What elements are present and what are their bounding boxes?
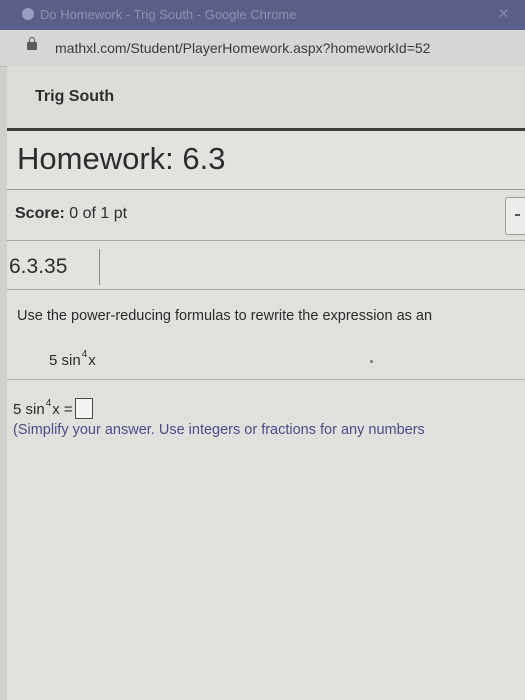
expression-coef: 5 sin bbox=[49, 352, 81, 369]
score-text: Score: 0 of 1 pt bbox=[15, 205, 127, 223]
question-instructions: Use the power-reducing formulas to rewri… bbox=[17, 308, 433, 324]
question-panel: Use the power-reducing formulas to rewri… bbox=[7, 290, 525, 700]
answer-hint: (Simplify your answer. Use integers or f… bbox=[13, 422, 425, 438]
course-title: Trig South bbox=[35, 88, 115, 105]
question-divider bbox=[7, 379, 525, 380]
side-panel-button[interactable] bbox=[505, 197, 525, 235]
homework-title: Homework: 6.3 bbox=[17, 141, 226, 176]
answer-power: 4 bbox=[45, 398, 52, 409]
score-bar: Score: 0 of 1 pt bbox=[7, 190, 525, 241]
homework-header: Homework: 6.3 bbox=[7, 131, 525, 190]
question-expression: 5 sin4x bbox=[49, 349, 96, 369]
score-value: 0 of 1 pt bbox=[69, 205, 128, 222]
address-bar[interactable]: mathxl.com/Student/PlayerHomework.aspx?h… bbox=[0, 30, 525, 67]
tab-favicon-icon bbox=[22, 8, 34, 20]
answer-input[interactable] bbox=[74, 398, 93, 419]
question-number: 6.3.35 bbox=[7, 249, 100, 285]
answer-var: x = bbox=[52, 401, 73, 418]
expression-var: x bbox=[88, 352, 96, 369]
divider-dot bbox=[370, 360, 373, 363]
page-content: Trig South Homework: 6.3 Score: 0 of 1 p… bbox=[7, 66, 525, 700]
browser-tab-title[interactable]: Do Homework - Trig South - Google Chrome bbox=[40, 7, 296, 22]
url-text[interactable]: mathxl.com/Student/PlayerHomework.aspx?h… bbox=[55, 40, 430, 56]
course-header: Trig South bbox=[7, 66, 525, 131]
answer-coef: 5 sin bbox=[13, 401, 45, 418]
lock-icon bbox=[27, 37, 37, 50]
score-label: Score: bbox=[15, 205, 65, 222]
question-number-bar: 6.3.35 bbox=[7, 241, 525, 290]
close-icon[interactable]: ✕ bbox=[498, 6, 509, 22]
browser-tab-bar: Do Homework - Trig South - Google Chrome… bbox=[0, 0, 525, 30]
expression-power: 4 bbox=[81, 349, 88, 360]
answer-line: 5 sin4x = bbox=[13, 398, 93, 419]
